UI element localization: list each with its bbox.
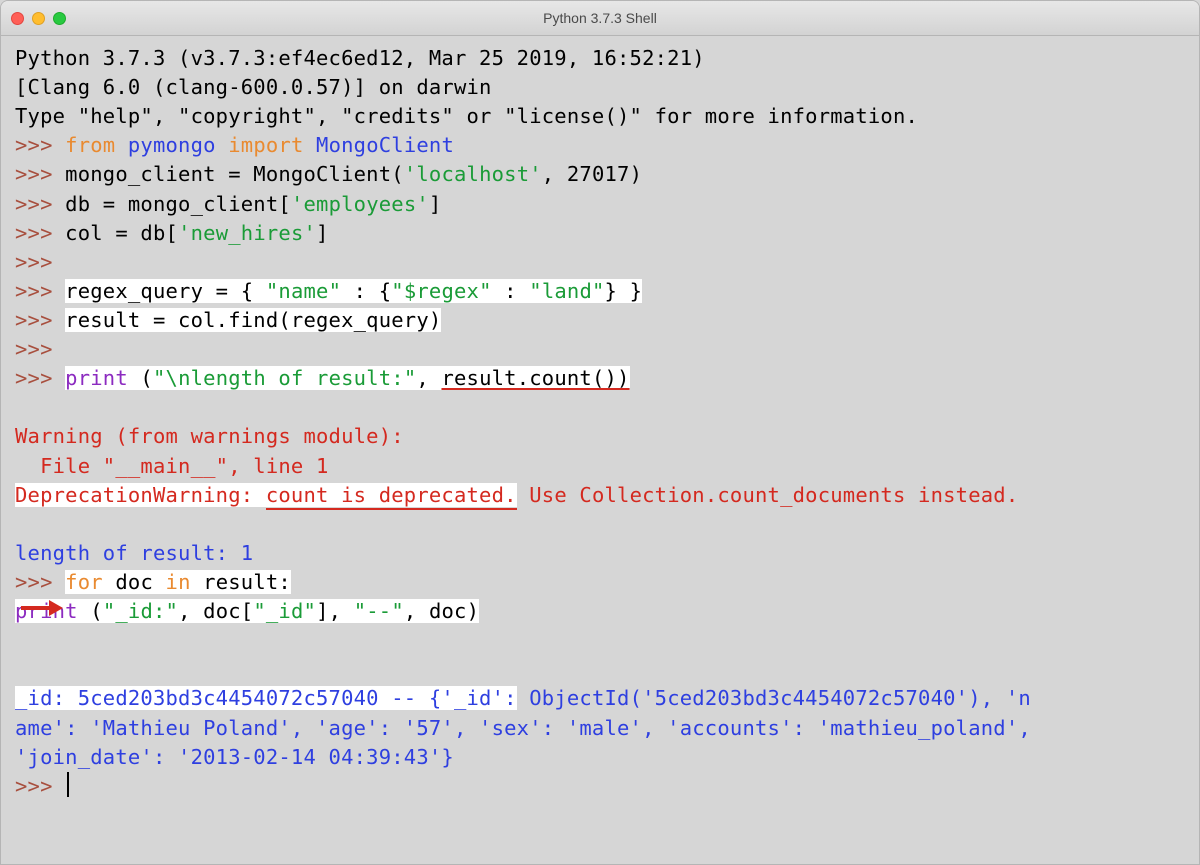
- prompt: >>>: [15, 774, 65, 798]
- code-text: (: [128, 366, 153, 390]
- hl-print-count: print ("\nlength of result:", result.cou…: [65, 366, 629, 390]
- code-text: col = db[: [65, 221, 178, 245]
- banner-line-2: [Clang 6.0 (clang-600.0.57)] on darwin: [15, 75, 492, 99]
- kw-import: import: [228, 133, 303, 157]
- hl-print-doc: print ("_id:", doc["_id"], "--", doc): [15, 599, 479, 623]
- window-controls: [11, 12, 66, 25]
- prompt: >>>: [15, 133, 65, 157]
- code-text: mongo_client = MongoClient(: [65, 162, 404, 186]
- prompt: >>>: [15, 250, 65, 274]
- minimize-icon[interactable]: [32, 12, 45, 25]
- code-text: regex_query = {: [65, 279, 266, 303]
- prompt: >>>: [15, 308, 65, 332]
- prompt: >>>: [15, 570, 65, 594]
- prompt: >>>: [15, 366, 65, 390]
- code-text: ]: [429, 192, 442, 216]
- warn-advice: Use Collection.count_documents instead.: [517, 483, 1019, 507]
- shell-content[interactable]: Python 3.7.3 (v3.7.3:ef4ec6ed12, Mar 25 …: [1, 36, 1199, 864]
- code-text: , doc): [404, 599, 479, 623]
- str-regex: "$regex": [391, 279, 491, 303]
- hl-deprecation: DeprecationWarning: count is deprecated.: [15, 483, 517, 507]
- prompt: >>>: [15, 337, 65, 361]
- titlebar[interactable]: Python 3.7.3 Shell: [1, 1, 1199, 36]
- str-employees: 'employees': [291, 192, 429, 216]
- str-name: "name": [266, 279, 341, 303]
- mod-mongoclient: MongoClient: [316, 133, 454, 157]
- str-dashdash: "--": [354, 599, 404, 623]
- output-doc-3: 'join_date': '2013-02-14 04:39:43'}: [15, 745, 454, 769]
- output-doc-2: ame': 'Mathieu Poland', 'age': '57', 'se…: [15, 716, 1043, 740]
- str-newhires: 'new_hires': [178, 221, 316, 245]
- code-text: , doc[: [178, 599, 253, 623]
- str-idkey: "_id": [253, 599, 316, 623]
- python-idle-shell-window: Python 3.7.3 Shell Python 3.7.3 (v3.7.3:…: [0, 0, 1200, 865]
- prompt: >>>: [15, 221, 65, 245]
- output-doc-1a: _id: 5ced203bd3c4454072c57040 -- {'_id':: [15, 686, 517, 710]
- window-title: Python 3.7.3 Shell: [1, 10, 1199, 26]
- close-icon[interactable]: [11, 12, 24, 25]
- code-text: : {: [341, 279, 391, 303]
- mod-pymongo: pymongo: [128, 133, 216, 157]
- code-text: :: [492, 279, 530, 303]
- banner-line-1: Python 3.7.3 (v3.7.3:ef4ec6ed12, Mar 25 …: [15, 46, 717, 70]
- code-text: ],: [316, 599, 354, 623]
- warning-line-1: Warning (from warnings module):: [15, 424, 404, 448]
- code-text: ]: [316, 221, 329, 245]
- banner-line-3: Type "help", "copyright", "credits" or "…: [15, 104, 918, 128]
- underlined-count: result.count()): [441, 366, 629, 390]
- str-localhost: 'localhost': [404, 162, 542, 186]
- code-text: db = mongo_client[: [65, 192, 291, 216]
- output-doc-1b: ObjectId('5ced203bd3c4454072c57040'), 'n: [517, 686, 1031, 710]
- hl-regex-query: regex_query = { "name" : {"$regex" : "la…: [65, 279, 642, 303]
- code-text: ,: [416, 366, 441, 390]
- prompt: >>>: [15, 279, 65, 303]
- prompt: >>>: [15, 192, 65, 216]
- arrow-icon: [19, 597, 63, 619]
- hl-result-find: result = col.find(regex_query): [65, 308, 441, 332]
- text-cursor: [67, 772, 69, 797]
- warn-type: DeprecationWarning:: [15, 483, 266, 507]
- code-text: (: [78, 599, 103, 623]
- hl-for-loop: for doc in result:: [65, 570, 291, 594]
- str-lenres: "\nlength of result:": [153, 366, 416, 390]
- str-land: "land": [529, 279, 604, 303]
- code-text: doc: [103, 570, 166, 594]
- str-id: "_id:": [103, 599, 178, 623]
- code-text: } }: [605, 279, 643, 303]
- code-text: result:: [191, 570, 291, 594]
- output-length: length of result: 1: [15, 541, 253, 565]
- zoom-icon[interactable]: [53, 12, 66, 25]
- builtin-print: print: [65, 366, 128, 390]
- warning-line-2: File "__main__", line 1: [15, 454, 329, 478]
- kw-from: from: [65, 133, 115, 157]
- prompt: >>>: [15, 162, 65, 186]
- kw-for: for: [65, 570, 103, 594]
- kw-in: in: [166, 570, 191, 594]
- code-text: , 27017): [542, 162, 642, 186]
- warn-deprecated: count is deprecated.: [266, 483, 517, 510]
